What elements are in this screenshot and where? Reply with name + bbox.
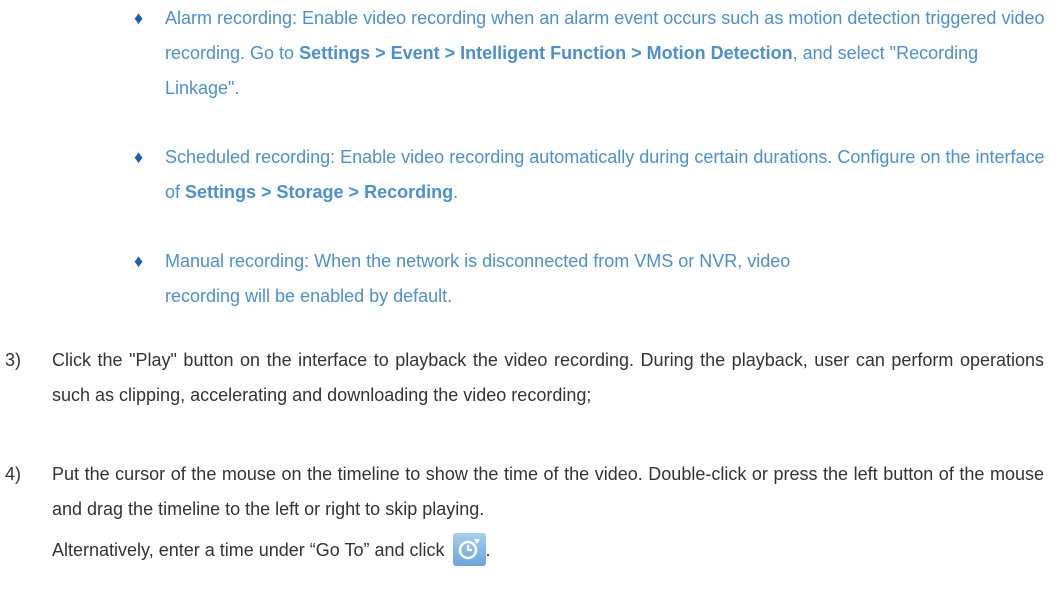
clock-arrow-icon [452,533,486,566]
step-number: 3) [5,350,22,370]
diamond-bullet-icon: ♦ [134,147,144,167]
step-text: Put the cursor of the mouse on the timel… [52,464,1044,519]
step-3: 3) Click the "Play" button on the interf… [5,343,1044,413]
bullet-alarm-recording: ♦ Alarm recording: Enable video recordin… [134,1,1045,106]
bullet-scheduled-recording: ♦ Scheduled recording: Enable video reco… [134,140,1045,210]
bullet-manual-recording: ♦ Manual recording: When the network is … [134,244,815,314]
bullet-text: Manual recording: When the network is di… [165,251,791,306]
step-text: Click the "Play" button on the interface… [52,350,1044,405]
step-4: 4) Put the cursor of the mouse on the ti… [5,457,1044,527]
step-4-continuation: Alternatively, enter a time under “Go To… [52,528,1044,573]
diamond-bullet-icon: ♦ [134,8,144,28]
step-text-end: . [485,540,491,560]
diamond-bullet-icon: ♦ [134,251,144,271]
bullet-text-end: . [453,182,459,202]
menu-path: Settings > Storage > Recording [185,182,454,202]
step-text: Alternatively, enter a time under “Go To… [52,540,445,560]
step-number: 4) [5,464,22,484]
menu-path: Settings > Event > Intelligent Function … [299,43,793,63]
